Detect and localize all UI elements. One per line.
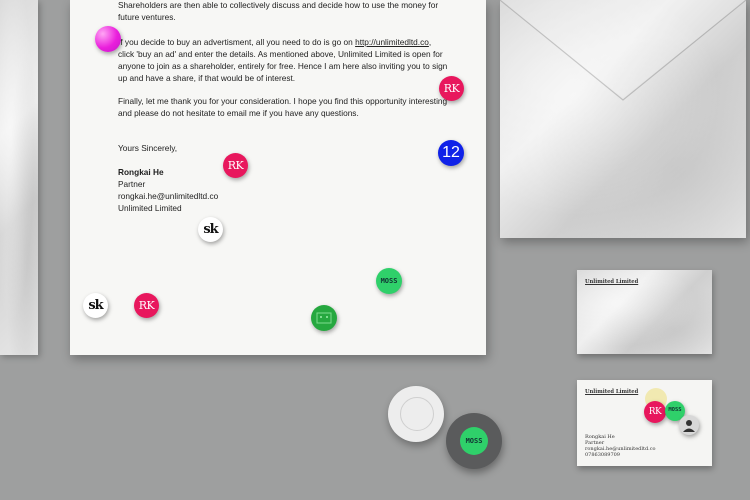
signature-name: Rongkai He <box>118 167 164 177</box>
rk-badge-2: RK <box>223 153 248 178</box>
marble-paper-edge <box>0 0 38 355</box>
paragraph-2-text-start: If you decide to buy an advertisment, al… <box>118 37 356 47</box>
card-contact-details: Rongkai He Partner rongkai.he@unlimitedl… <box>585 434 656 458</box>
letter-paragraph-1: Shareholders are then able to collective… <box>118 0 439 22</box>
letter-sheet: Shareholders are then able to collective… <box>70 0 486 355</box>
card-rk-badge: RK <box>644 401 666 423</box>
pink-gradient-badge <box>95 26 121 52</box>
card-front-company: Unlimited Limited <box>585 389 639 395</box>
signature-email: rongkai.he@unlimitedltd.co <box>118 191 219 201</box>
card-portrait-avatar <box>679 415 699 435</box>
card-moss-line-2: SS <box>675 407 682 414</box>
card-moss-line-1: MO <box>668 407 675 414</box>
letter-signature: Rongkai He Partner rongkai.he@unlimitedl… <box>118 166 448 214</box>
signature-title: Partner <box>118 179 146 189</box>
signature-company: Unlimited Limited <box>118 203 182 213</box>
card-back-company: Unlimited Limited <box>585 279 639 285</box>
moss-badge: MO SS <box>376 268 402 294</box>
portrait-icon <box>683 420 695 432</box>
rk-badge-1: RK <box>439 76 464 101</box>
sk-badge-1-text: sk <box>203 222 218 237</box>
pin-moss-badge: MO SS <box>460 427 488 455</box>
pin-back-ring <box>400 397 434 431</box>
envelope <box>500 0 746 238</box>
face-icon <box>316 312 332 324</box>
rk-badge-3: RK <box>134 293 159 318</box>
card-phone: 07863089709 <box>585 452 620 458</box>
pin-moss-line-1: MO <box>465 436 474 445</box>
moss-line-1: MO <box>380 276 389 285</box>
sk-badge-2-text: sk <box>88 298 103 313</box>
letter-paragraph-3: Finally, let me thank you for your consi… <box>118 96 448 118</box>
pin-moss-line-2: SS <box>474 436 483 445</box>
sk-badge-2: sk <box>83 293 108 318</box>
business-card-front: Unlimited Limited RK MO SS Rongkai He Par… <box>577 380 712 466</box>
business-card-back: Unlimited Limited <box>577 270 712 354</box>
letter-closing: Yours Sincerely, <box>118 143 178 153</box>
sk-badge-1: sk <box>198 217 223 242</box>
letter-paragraph-2: If you decide to buy an advertisment, al… <box>118 36 448 84</box>
number-12-badge: 12 <box>438 140 464 166</box>
moss-line-2: SS <box>389 276 398 285</box>
envelope-flap <box>500 0 746 101</box>
website-link[interactable]: http://unlimitedltd.co <box>355 37 429 47</box>
pin-dark-grey: MO SS <box>446 413 502 469</box>
green-face-badge <box>311 305 337 331</box>
